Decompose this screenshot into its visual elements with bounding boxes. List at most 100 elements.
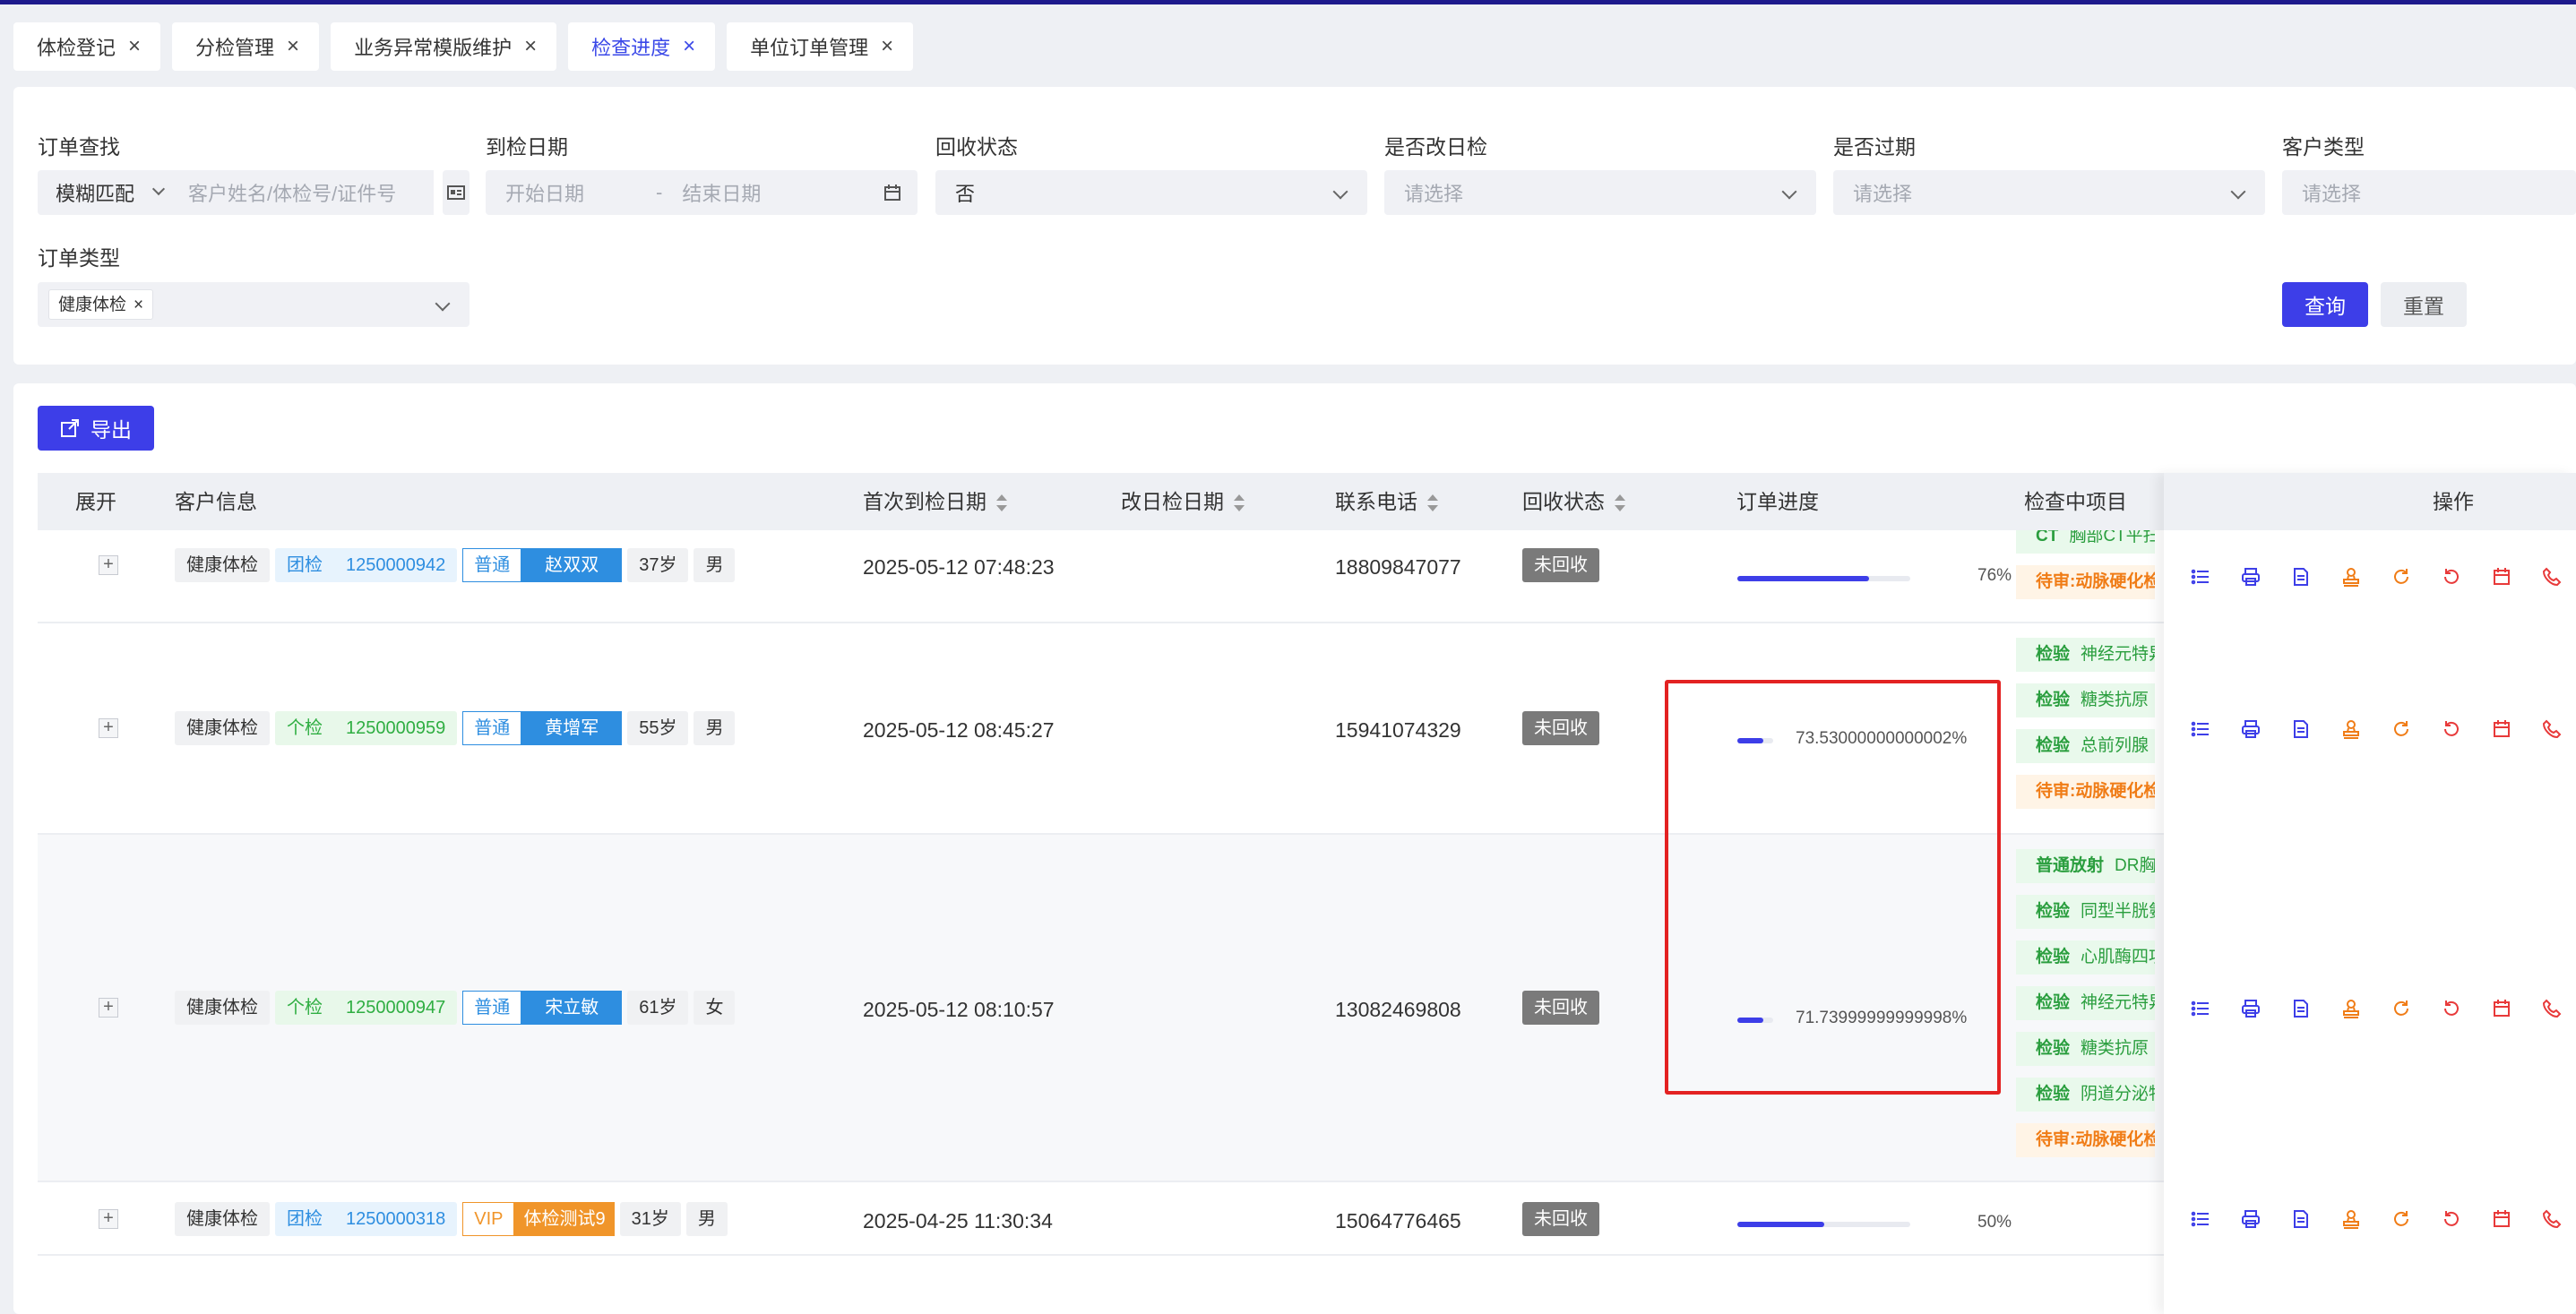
rollback-icon[interactable] <box>2442 1209 2461 1229</box>
sort-icon[interactable] <box>995 494 1007 513</box>
col-customer: 客户信息 <box>175 490 257 513</box>
close-icon[interactable]: × <box>134 296 143 314</box>
item-kind: 检验 <box>2036 691 2071 709</box>
document-icon[interactable] <box>2291 1209 2311 1229</box>
print-icon[interactable] <box>2241 567 2261 587</box>
items-cell: 普通放射DR胸片 检验同型半胱氨酸 检验心肌酶四项 检验神经元特异性 检验糖类抗… <box>2016 849 2155 1182</box>
progress-bar <box>1737 576 1910 581</box>
print-icon[interactable] <box>2241 1209 2261 1229</box>
calendar-icon[interactable] <box>2492 567 2511 587</box>
expired-placeholder: 请选择 <box>1853 183 1913 205</box>
list-icon[interactable] <box>2191 719 2210 739</box>
close-icon[interactable]: × <box>128 34 141 59</box>
customer-type-select[interactable]: 请选择 <box>2282 170 2576 215</box>
order-search-label: 订单查找 <box>38 135 120 159</box>
group-id-tag[interactable]: 团检 1250000942 <box>275 548 458 582</box>
calendar-icon[interactable] <box>2492 999 2511 1018</box>
item-tag: 普通放射 DR胸片 <box>2016 849 2155 883</box>
items-cell: CT 胸部CT平扫 待审:动脉硬化检测 <box>2016 530 2155 623</box>
first-date: 2025-05-12 08:45:27 <box>863 718 1055 742</box>
refresh-icon[interactable] <box>2391 719 2411 739</box>
list-icon[interactable] <box>2191 999 2210 1018</box>
group-id-tag[interactable]: 个检 1250000959 <box>275 711 458 745</box>
col-ops-label: 操作 <box>2433 490 2474 513</box>
group-id-tag[interactable]: 个检 1250000947 <box>275 991 458 1025</box>
query-button[interactable]: 查询 <box>2282 282 2368 327</box>
sort-icon[interactable] <box>1426 494 1438 513</box>
exam-type-tag: 健康体检 <box>175 711 270 745</box>
export-button[interactable]: 导出 <box>38 406 154 451</box>
stamp-icon[interactable] <box>2341 1209 2361 1229</box>
sort-icon[interactable] <box>1233 494 1245 513</box>
phone-icon[interactable] <box>2542 567 2562 587</box>
expired-select[interactable]: 请选择 <box>1833 170 2265 215</box>
recycle-status-label: 回收状态 <box>935 135 1018 159</box>
col-phone[interactable]: 联系电话 <box>1335 473 1438 530</box>
expand-toggle[interactable]: + <box>99 998 118 1018</box>
stamp-icon[interactable] <box>2341 567 2361 587</box>
close-icon[interactable]: × <box>881 34 893 59</box>
tab-sorting[interactable]: 分检管理 × <box>172 22 320 71</box>
recycle-status: 未回收 <box>1522 548 1599 582</box>
print-icon[interactable] <box>2241 719 2261 739</box>
group-id-tag[interactable]: 团检 1250000318 <box>275 1202 458 1236</box>
expand-toggle[interactable]: + <box>99 555 118 575</box>
progress-fill <box>1737 1222 1824 1227</box>
document-icon[interactable] <box>2291 719 2311 739</box>
match-mode-select[interactable]: 模糊匹配 <box>38 170 181 215</box>
document-icon[interactable] <box>2291 567 2311 587</box>
col-recycle[interactable]: 回收状态 <box>1522 473 1625 530</box>
search-input[interactable]: 客户姓名/体检号/证件号 <box>181 170 434 215</box>
list-icon[interactable] <box>2191 1209 2210 1229</box>
list-icon[interactable] <box>2191 567 2210 587</box>
recycle-status-select[interactable]: 否 <box>935 170 1367 215</box>
level-label: VIP <box>462 1202 515 1236</box>
stamp-icon[interactable] <box>2341 999 2361 1018</box>
refresh-icon[interactable] <box>2391 999 2411 1018</box>
order-type-select[interactable]: 健康体检 × <box>38 282 470 327</box>
tab-unit-orders[interactable]: 单位订单管理 × <box>727 22 914 71</box>
item-kind: 检验 <box>2036 645 2071 664</box>
rescheduled-select[interactable]: 请选择 <box>1384 170 1816 215</box>
col-ops: 操作 <box>2164 473 2576 530</box>
sort-icon[interactable] <box>1614 494 1625 513</box>
print-icon[interactable] <box>2241 999 2261 1018</box>
col-reschedule-date[interactable]: 改日检日期 <box>1121 473 1245 530</box>
close-icon[interactable]: × <box>524 34 537 59</box>
arrival-date-range[interactable]: 开始日期 - 结束日期 <box>486 170 918 215</box>
stamp-icon[interactable] <box>2341 719 2361 739</box>
reset-button[interactable]: 重置 <box>2381 282 2467 327</box>
tab-exception-template[interactable]: 业务异常模版维护 × <box>331 22 557 71</box>
phone-icon[interactable] <box>2542 719 2562 739</box>
calendar-icon[interactable] <box>2492 719 2511 739</box>
close-icon[interactable]: × <box>683 34 695 59</box>
item-tag: CT 胸部CT平扫 <box>2016 530 2155 554</box>
exam-type-tag: 健康体检 <box>175 1202 270 1236</box>
expand-toggle[interactable]: + <box>99 1209 118 1229</box>
chevron-down-icon <box>1781 184 1797 200</box>
col-first-date[interactable]: 首次到检日期 <box>863 473 1007 530</box>
phone-icon[interactable] <box>2542 1209 2562 1229</box>
expand-toggle[interactable]: + <box>99 718 118 738</box>
refresh-icon[interactable] <box>2391 1209 2411 1229</box>
rollback-icon[interactable] <box>2442 719 2461 739</box>
document-icon[interactable] <box>2291 999 2311 1018</box>
gender-tag: 男 <box>694 548 736 582</box>
customer-name: 赵双双 <box>521 548 623 582</box>
rollback-icon[interactable] <box>2442 999 2461 1018</box>
refresh-icon[interactable] <box>2391 567 2411 587</box>
rollback-icon[interactable] <box>2442 567 2461 587</box>
gender-tag: 男 <box>685 1202 728 1236</box>
tab-progress[interactable]: 检查进度 × <box>568 22 716 71</box>
order-type-tag: 健康体检 × <box>48 289 154 320</box>
first-date: 2025-05-12 08:10:57 <box>863 998 1055 1021</box>
recycle-status: 未回收 <box>1522 991 1599 1025</box>
chevron-down-icon <box>2230 184 2246 200</box>
id-card-reader-button[interactable] <box>443 170 470 215</box>
close-icon[interactable]: × <box>287 34 299 59</box>
export-icon <box>61 419 79 437</box>
tab-registration[interactable]: 体检登记 × <box>13 22 161 71</box>
item-tag: 检验 糖类抗原 <box>2016 1032 2155 1066</box>
calendar-icon[interactable] <box>2492 1209 2511 1229</box>
phone-icon[interactable] <box>2542 999 2562 1018</box>
